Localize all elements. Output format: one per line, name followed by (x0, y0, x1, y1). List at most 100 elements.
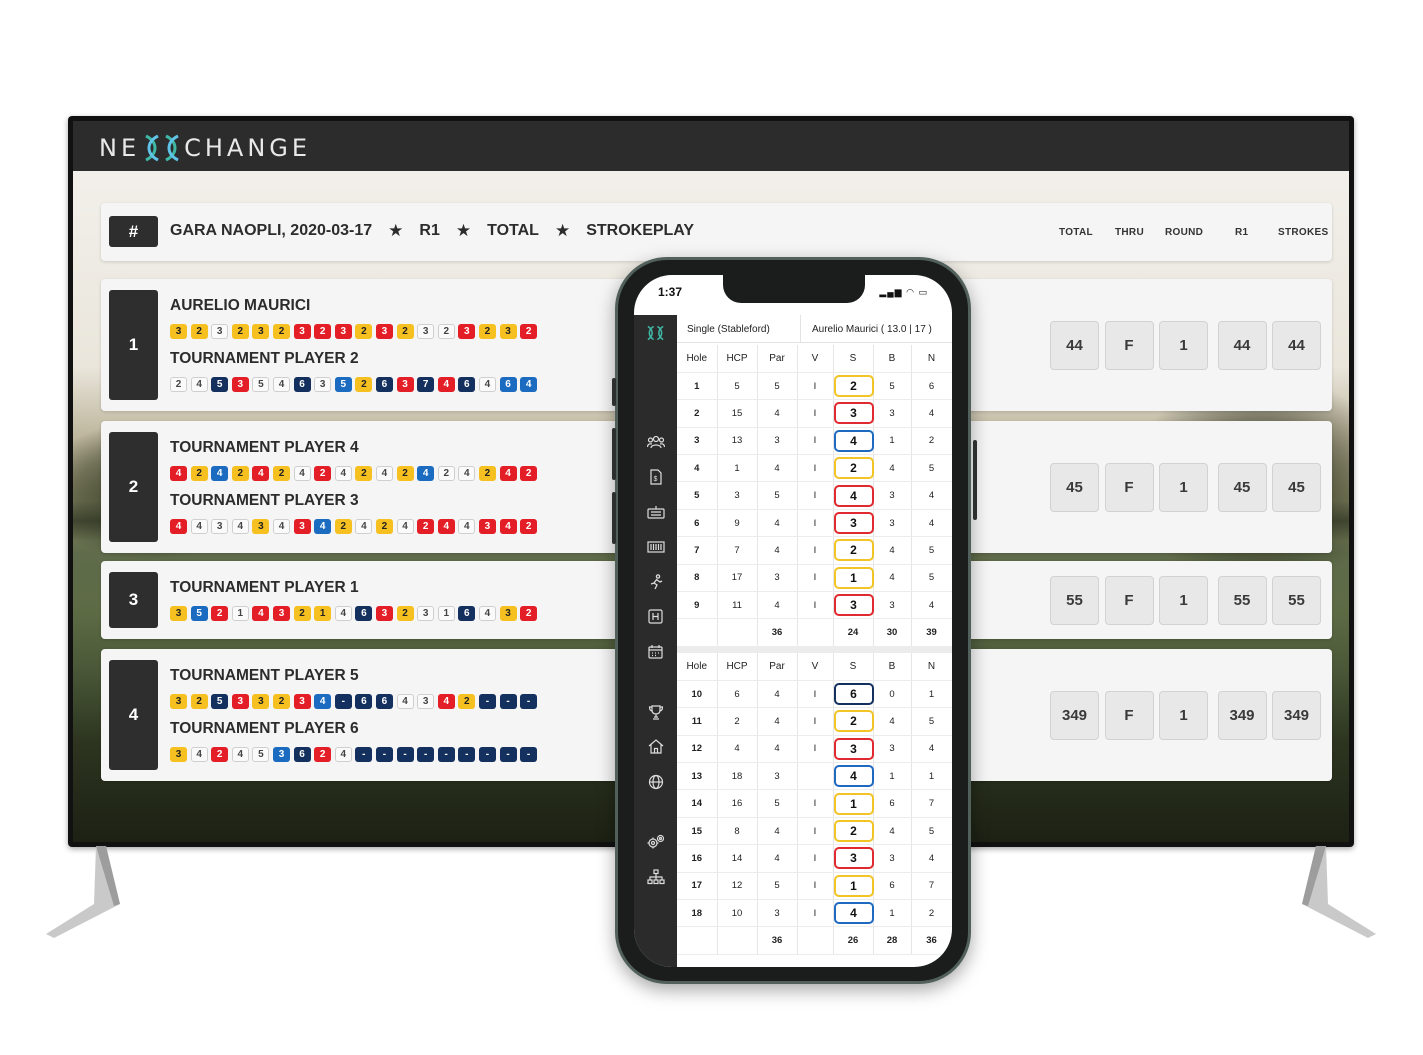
score-box[interactable]: 6 (833, 683, 874, 706)
hole-par: 5 (757, 372, 798, 401)
hole-row[interactable]: 9 11 4 I 3 3 4 (677, 591, 952, 620)
score-box[interactable]: 4 (833, 484, 874, 507)
hole-row[interactable]: 13 18 3 4 1 1 (677, 762, 952, 791)
logo-mark-icon[interactable] (646, 323, 665, 342)
hole-par: 3 (757, 564, 798, 593)
score-box[interactable]: 1 (833, 874, 874, 897)
hole-n: 7 (911, 789, 952, 818)
hole-number: 4 (677, 454, 718, 483)
calendar-icon[interactable] (646, 642, 665, 661)
hierarchy-icon[interactable] (646, 867, 665, 886)
score-box[interactable]: 3 (833, 512, 874, 535)
round-label: R1 (419, 222, 440, 239)
hole-row[interactable]: 694I334 (677, 509, 952, 538)
score-box[interactable]: 4 (833, 902, 874, 925)
hole-score-chip: 2 (478, 324, 496, 339)
hole-row[interactable]: 11 2 4 I 2 4 5 (677, 707, 952, 736)
hole-row[interactable]: 10 6 4 I 6 0 1 (677, 680, 952, 709)
hole-row[interactable]: 3 13 3 I 4 1 2 (677, 427, 952, 456)
score-box[interactable]: 4 (833, 429, 874, 452)
hole-row[interactable]: 16 14 4 I 3 3 4 (677, 844, 952, 873)
hole-row[interactable]: 15 8 4 I 2 4 5 (677, 817, 952, 846)
barcode-icon[interactable] (646, 537, 665, 556)
hole-par: 5 (757, 481, 798, 510)
keyboard-icon[interactable] (646, 502, 665, 521)
hole-number: 3 (677, 427, 718, 456)
hole-score-chip: 4 (458, 519, 476, 534)
battery-icon: ▭ (918, 287, 928, 297)
score-box[interactable]: 2 (833, 375, 874, 398)
hole-v: I (797, 536, 834, 565)
score-box[interactable]: 2 (833, 539, 874, 562)
hole-n: 5 (911, 536, 952, 565)
hole-score-chip: 2 (314, 324, 332, 339)
hole-score-chip: 4 (334, 466, 352, 481)
score-box[interactable]: 2 (833, 457, 874, 480)
h-square-icon[interactable] (646, 607, 665, 626)
score-box[interactable]: 2 (833, 820, 874, 843)
scorecard-icon[interactable]: $ (646, 467, 665, 486)
score-box[interactable]: 4 (833, 765, 874, 788)
hole-score-chip: 6 (293, 747, 311, 762)
hole-score-chip: - (355, 747, 373, 762)
hole-row[interactable]: 535I434 (677, 481, 952, 510)
score-box[interactable]: 2 (833, 710, 874, 733)
hole-row[interactable]: 8 17 3 I 1 4 5 (677, 564, 952, 593)
hole-v: I (797, 817, 834, 846)
position-column-header: # (109, 216, 158, 247)
hole-score-chip: 3 (170, 694, 187, 709)
column-header: N (911, 345, 952, 373)
hole-score-chip: 2 (355, 466, 373, 481)
hole-row[interactable]: 774I245 (677, 536, 952, 565)
hole-row[interactable]: 17 12 5 I 1 6 7 (677, 872, 952, 901)
hole-par: 4 (757, 509, 798, 538)
hole-score-chip: 2 (211, 747, 229, 762)
hole-row[interactable]: 155I256 (677, 372, 952, 401)
settings-icon[interactable] (646, 832, 665, 851)
hole-par: 4 (757, 536, 798, 565)
hole-par: 4 (757, 399, 798, 428)
hole-b: 3 (873, 735, 912, 764)
hole-score-chip: - (499, 694, 517, 709)
hole-row[interactable]: 2 15 4 I 3 3 4 (677, 399, 952, 428)
players-icon[interactable] (646, 432, 665, 451)
score-box[interactable]: 3 (833, 594, 874, 617)
player-name[interactable]: TOURNAMENT PLAYER 5 (170, 667, 359, 685)
score-cell: 4 (833, 762, 874, 791)
hole-hcp: 13 (717, 427, 758, 456)
score-cell: 2 (833, 707, 874, 736)
trophy-icon[interactable] (646, 702, 665, 721)
score-cell: 3 (833, 509, 874, 538)
home-icon[interactable] (646, 737, 665, 756)
score-box[interactable]: 3 (833, 402, 874, 425)
hole-b: 6 (873, 872, 912, 901)
player-name[interactable]: AURELIO MAURICI (170, 297, 310, 315)
hole-hcp: 8 (717, 817, 758, 846)
hole-n: 4 (911, 399, 952, 428)
hole-score-chip: 3 (417, 606, 435, 621)
score-box[interactable]: 1 (833, 792, 874, 815)
player-name[interactable]: TOURNAMENT PLAYER 1 (170, 579, 359, 597)
nexchange-logo[interactable]: NE CHANGE (99, 133, 311, 163)
score-box[interactable]: 3 (833, 737, 874, 760)
score-box[interactable]: 1 (833, 566, 874, 589)
player-name[interactable]: TOURNAMENT PLAYER 4 (170, 439, 359, 457)
hole-v: I (797, 591, 834, 620)
score-box[interactable]: 3 (833, 847, 874, 870)
hole-number: 1 (677, 372, 718, 401)
hole-hcp: 15 (717, 399, 758, 428)
hole-row[interactable]: 12 4 4 I 3 3 4 (677, 735, 952, 764)
globe-icon[interactable] (646, 772, 665, 791)
hole-score-chip: 5 (211, 694, 229, 709)
hole-row[interactable]: 414I245 (677, 454, 952, 483)
player-name[interactable]: TOURNAMENT PLAYER 3 (170, 492, 359, 510)
hole-score-chip: 2 (355, 324, 373, 339)
hole-row[interactable]: 14 16 5 I 1 6 7 (677, 789, 952, 818)
hole-row[interactable]: 18 10 3 I 4 1 2 (677, 899, 952, 928)
hole-number: 6 (677, 509, 718, 538)
hole-par: 4 (757, 735, 798, 764)
player-name[interactable]: TOURNAMENT PLAYER 6 (170, 720, 359, 738)
player-name[interactable]: TOURNAMENT PLAYER 2 (170, 350, 359, 368)
hole-b: 1 (873, 899, 912, 928)
runner-icon[interactable] (646, 572, 665, 591)
